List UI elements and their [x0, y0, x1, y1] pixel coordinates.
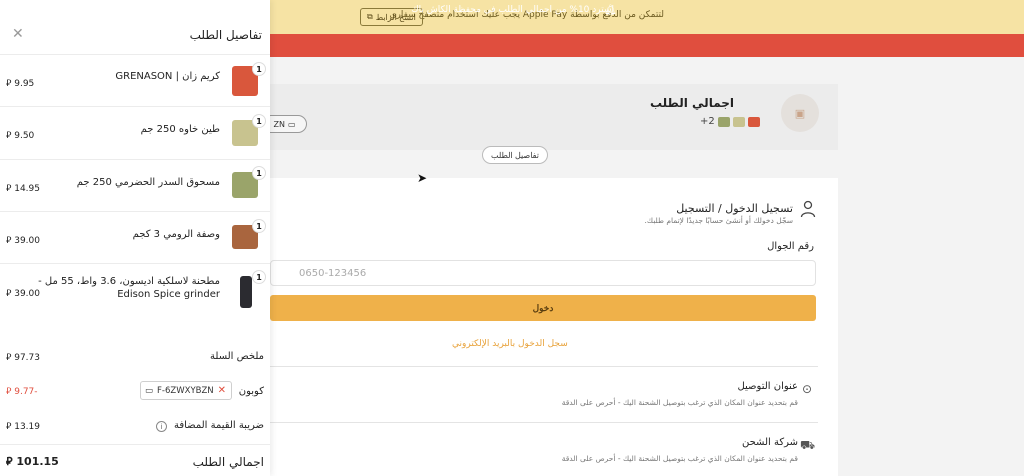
shipping-company-title: شركة الشحن [741, 437, 798, 448]
coupon-code: F-6ZWXYBZN [157, 385, 214, 396]
phone-input[interactable]: 0650-123456 [270, 260, 816, 286]
login-button[interactable]: دخول [270, 295, 816, 321]
coupon-discount-value: ⃁ 9.77- [6, 387, 38, 397]
quantity-badge: 1 [252, 114, 266, 128]
divider [0, 263, 270, 264]
ticket-icon: ▭ [287, 119, 296, 129]
thumbnail [732, 116, 745, 127]
copy-link-label: انسخ الرابط [375, 12, 416, 22]
vat-label: ضريبة القيمة المضافة [173, 420, 264, 431]
copy-icon: ⧉ [367, 12, 373, 21]
divider [0, 54, 270, 55]
email-login-link[interactable]: سجل الدخول بالبريد الإلكتروني [452, 339, 568, 349]
divider [0, 211, 270, 212]
product-price: ⃁ 14.95 [6, 184, 40, 194]
quantity-badge: 1 [252, 270, 266, 284]
coupon-label: كوبون [238, 386, 264, 397]
summary-thumbnails: +2 [700, 116, 760, 127]
divider [0, 106, 270, 107]
cart-summary-icon: ▣ [781, 94, 819, 132]
quantity-badge: 1 [252, 219, 266, 233]
divider [0, 444, 270, 445]
more-items-count: +2 [700, 116, 715, 127]
quantity-badge: 1 [252, 62, 266, 76]
close-icon[interactable]: ✕ [12, 26, 24, 42]
order-total-label: اجمالي الطلب [192, 455, 264, 469]
thumbnail [747, 116, 760, 127]
shipping-company-section[interactable] [270, 422, 818, 476]
coupon-chip: ▭ F-6ZWXYBZN ✕ [140, 381, 232, 400]
product-image [240, 276, 252, 308]
order-summary-title: اجمالي الطلب [649, 96, 734, 110]
bell-icon: 🔔︎ [604, 5, 617, 16]
delivery-address-subtitle: قم بتحديد عنوان المكان الذي ترغب بتوصيل … [561, 398, 798, 407]
thumbnail [717, 116, 730, 127]
divider [0, 159, 270, 160]
mouse-cursor-icon: ➤ [417, 171, 428, 185]
login-title: تسجيل الدخول / التسجيل [676, 202, 793, 215]
product-name: مطحنة لاسلكية اديسون، 3.6 واط، 55 مل - E… [38, 276, 220, 300]
product-price: ⃁ 39.00 [6, 236, 40, 246]
summary-coupon-code: ZN [273, 119, 285, 129]
product-name: مسحوق السدر الحضرمي 250 جم [76, 177, 220, 188]
delivery-address-title: عنوان التوصيل [737, 381, 798, 392]
order-total-value: ⃁ 101.15 [6, 455, 59, 468]
product-price: ⃁ 9.50 [6, 131, 35, 141]
login-subtitle: سجّل دخولك أو أنشئ حسابًا جديدًا لإتمام … [644, 216, 793, 225]
remove-coupon-icon[interactable]: ✕ [218, 385, 226, 396]
truck-icon: ⛟ [800, 438, 816, 452]
product-price: ⃁ 39.00 [6, 289, 40, 299]
cart-summary-label: ملخص السلة [210, 351, 264, 362]
cart-summary-value: ⃁ 97.73 [6, 353, 40, 363]
product-name: كريم زان | GRENASON [115, 71, 220, 82]
vat-value: ⃁ 13.19 [6, 422, 40, 432]
phone-label: رقم الجوال [767, 241, 814, 252]
quantity-badge: 1 [252, 166, 266, 180]
ticket-icon: ▭ [145, 385, 154, 396]
shipping-company-subtitle: قم بتحديد عنوان المكان الذي ترغب بتوصيل … [561, 454, 798, 463]
product-name: طين خاوه 250 جم [140, 124, 220, 135]
cashback-banner-text: استرد 10% من اجمالي الطلب في محفظة الكاش… [411, 5, 614, 15]
product-name: وصفة الرومي 3 كجم [132, 229, 220, 240]
order-details-button[interactable]: تفاصيل الطلب [482, 146, 548, 164]
delivery-address-section[interactable] [270, 366, 818, 422]
location-pin-icon: ⊙ [802, 382, 813, 396]
info-icon[interactable]: i [156, 421, 167, 432]
product-price: ⃁ 9.95 [6, 79, 35, 89]
user-icon [800, 200, 816, 218]
order-details-drawer: تفاصيل الطلب ✕ 1 كريم زان | GRENASON ⃁ 9… [0, 0, 270, 476]
drawer-title: تفاصيل الطلب [189, 28, 262, 42]
